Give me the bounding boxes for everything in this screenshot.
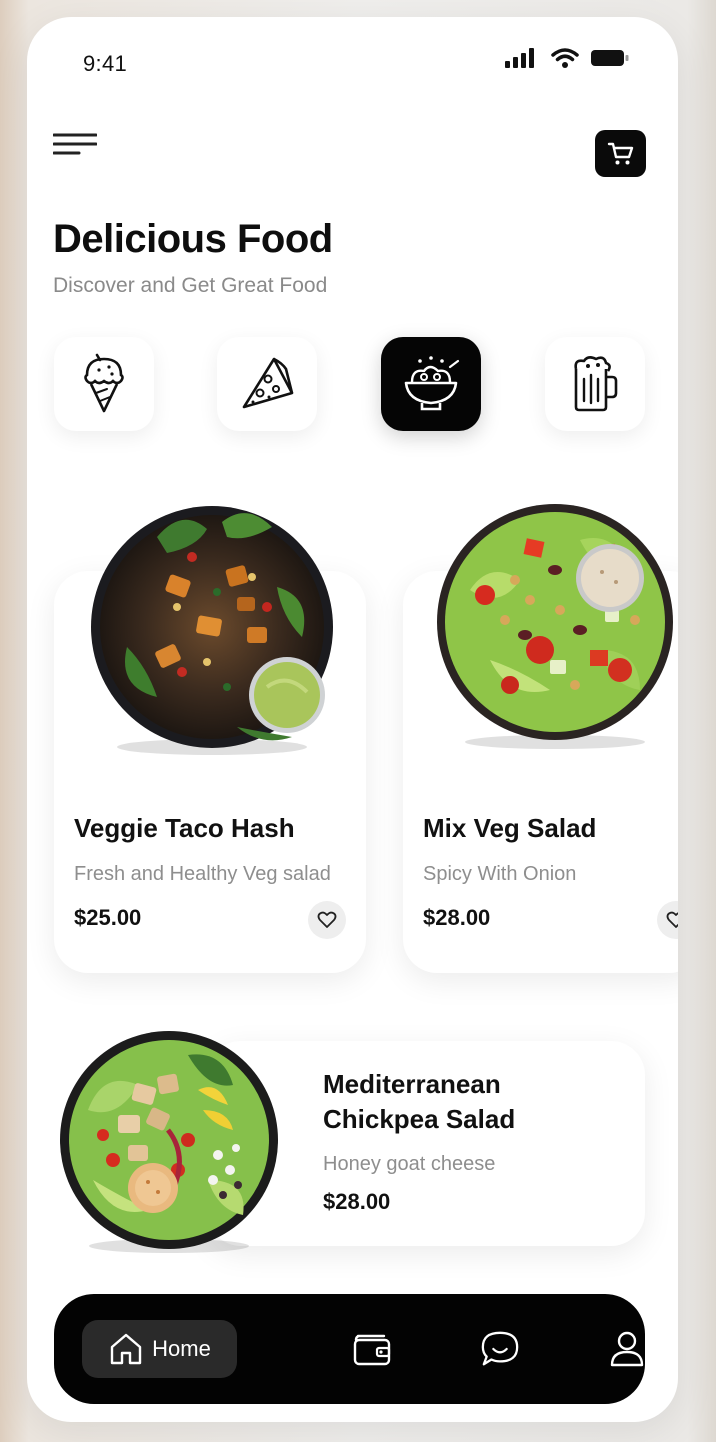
heart-icon (317, 911, 337, 928)
wifi-icon (551, 48, 579, 68)
status-time: 9:41 (83, 51, 128, 76)
beer-mug-icon (574, 356, 618, 412)
signal-icon (505, 48, 534, 68)
mix-veg-salad-image (437, 504, 673, 749)
veggie-taco-hash-image (91, 506, 333, 755)
bottom-nav: Home (54, 1294, 645, 1404)
profile-icon (610, 1331, 644, 1367)
food-name-line1: Mediterranean (323, 1069, 501, 1099)
food-price: $28.00 (323, 1189, 391, 1214)
category-drinks[interactable] (545, 337, 645, 431)
page-subtitle: Discover and Get Great Food (53, 274, 328, 297)
nav-profile[interactable] (607, 1329, 647, 1369)
nav-wallet[interactable] (352, 1329, 392, 1369)
food-description: Fresh and Healthy Veg salad (74, 863, 331, 885)
food-name: Veggie Taco Hash (74, 813, 295, 843)
chat-icon (481, 1331, 519, 1366)
favorite-button[interactable] (308, 901, 346, 939)
nav-chat[interactable] (480, 1329, 520, 1369)
food-description: Honey goat cheese (323, 1153, 496, 1175)
heart-icon (666, 911, 678, 928)
nav-home[interactable]: Home (82, 1320, 237, 1378)
pizza-slice-icon (242, 357, 294, 409)
nav-home-label: Home (152, 1336, 211, 1361)
food-name-line2: Chickpea Salad (323, 1104, 516, 1134)
cart-button[interactable] (595, 130, 646, 177)
status-icons (505, 47, 629, 69)
battery-icon (591, 50, 629, 66)
salad-bowl-icon (404, 356, 460, 411)
food-price: $25.00 (74, 905, 142, 930)
ice-cream-icon (84, 353, 124, 413)
category-ice-cream[interactable] (54, 337, 154, 431)
wallet-icon (353, 1334, 391, 1366)
category-salad[interactable] (381, 337, 481, 431)
chickpea-salad-image (60, 1031, 278, 1253)
home-icon (110, 1333, 142, 1365)
page-title: Delicious Food (53, 217, 333, 261)
favorite-button[interactable] (657, 901, 678, 939)
food-price: $28.00 (423, 905, 491, 930)
food-name: Mix Veg Salad (423, 813, 597, 843)
category-pizza[interactable] (217, 337, 317, 431)
cart-icon (607, 142, 633, 164)
phone-screen: 9:41 Delicious Food Discover and Get Gre… (27, 17, 678, 1422)
food-description: Spicy With Onion (423, 863, 577, 885)
menu-icon[interactable] (53, 132, 97, 158)
